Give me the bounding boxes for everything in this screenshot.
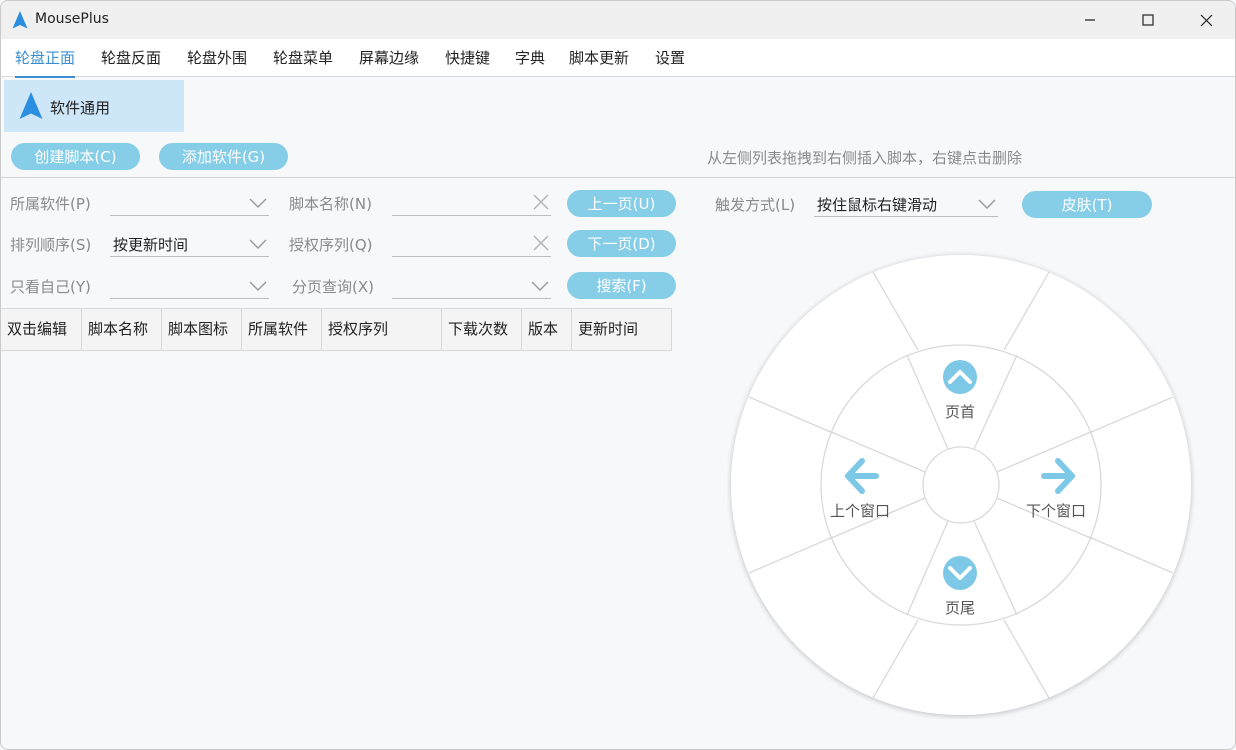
license-label: 授权序列(Q) <box>289 236 373 254</box>
trigger-label: 触发方式(L) <box>715 196 796 214</box>
sort-order-select[interactable]: 按更新时间 <box>110 231 269 257</box>
tab-screen-edge[interactable]: 屏幕边缘 <box>359 39 419 77</box>
wheel-top-label[interactable]: 页首 <box>940 401 980 422</box>
trigger-select[interactable]: 按住鼠标右键滑动 <box>814 191 998 217</box>
column-header[interactable]: 下载次数 <box>442 309 522 350</box>
script-name-input[interactable] <box>392 190 551 216</box>
script-name-label: 脚本名称(N) <box>289 195 372 213</box>
column-header[interactable]: 脚本名称 <box>82 309 162 350</box>
wheel-left-label[interactable]: 上个窗口 <box>825 500 895 521</box>
close-icon <box>1200 14 1212 26</box>
sort-order-value: 按更新时间 <box>113 236 189 254</box>
wheel-right-label[interactable]: 下个窗口 <box>1021 500 1091 521</box>
close-button[interactable] <box>1177 1 1235 39</box>
tab-script-update[interactable]: 脚本更新 <box>569 39 629 77</box>
mine-only-select[interactable] <box>110 273 269 299</box>
wheel-preview: 页首 上个窗口 下个窗口 页尾 <box>727 251 1195 719</box>
clear-icon[interactable] <box>533 194 549 210</box>
chevron-down-icon <box>978 199 996 209</box>
script-table-header: 双击编辑 脚本名称 脚本图标 所属软件 授权序列 下载次数 版本 更新时间 <box>1 308 672 351</box>
column-header[interactable]: 所属软件 <box>242 309 322 350</box>
column-header[interactable]: 更新时间 <box>572 309 672 350</box>
chevron-up-circle-icon <box>943 360 977 394</box>
app-logo-icon <box>19 92 43 119</box>
create-script-button[interactable]: 创建脚本(C) <box>11 143 140 170</box>
software-filter-label: 所属软件(P) <box>10 195 91 213</box>
column-header[interactable]: 授权序列 <box>322 309 442 350</box>
chevron-down-icon <box>531 281 549 291</box>
maximize-icon <box>1142 14 1154 26</box>
title-bar: MousePlus <box>1 1 1235 39</box>
software-item-label: 软件通用 <box>50 99 111 117</box>
trigger-value: 按住鼠标右键滑动 <box>817 196 938 214</box>
tab-shortcuts[interactable]: 快捷键 <box>445 39 490 77</box>
app-logo-icon <box>12 11 28 29</box>
chevron-down-circle-icon <box>943 556 977 590</box>
chevron-down-icon <box>249 239 267 249</box>
minimize-button[interactable] <box>1061 1 1119 39</box>
column-header[interactable]: 脚本图标 <box>162 309 242 350</box>
app-window: MousePlus 轮盘正面 轮盘反面 轮盘外围 轮盘菜单 屏幕边缘 快捷键 字… <box>0 0 1236 750</box>
tab-settings[interactable]: 设置 <box>655 39 685 77</box>
software-list-item[interactable]: 软件通用 <box>4 80 184 132</box>
chevron-down-icon <box>249 198 267 208</box>
next-page-button[interactable]: 下一页(D) <box>567 230 676 257</box>
maximize-button[interactable] <box>1119 1 1177 39</box>
window-title: MousePlus <box>35 11 109 27</box>
column-header[interactable]: 双击编辑 <box>1 309 82 350</box>
sort-order-label: 排列顺序(S) <box>10 236 92 254</box>
tab-wheel-back[interactable]: 轮盘反面 <box>101 39 161 77</box>
skin-button[interactable]: 皮肤(T) <box>1022 191 1152 218</box>
drag-hint-text: 从左侧列表拖拽到右侧插入脚本，右键点击删除 <box>707 149 1023 167</box>
menu-bar: 轮盘正面 轮盘反面 轮盘外围 轮盘菜单 屏幕边缘 快捷键 字典 脚本更新 设置 <box>1 39 1235 78</box>
mine-only-label: 只看自己(Y) <box>10 278 91 296</box>
tab-wheel-outer[interactable]: 轮盘外围 <box>187 39 247 77</box>
tab-dictionary[interactable]: 字典 <box>515 39 545 77</box>
search-button[interactable]: 搜索(F) <box>567 272 676 299</box>
column-header[interactable]: 版本 <box>522 309 572 350</box>
wheel-outer-ring <box>731 255 1191 715</box>
software-filter-select[interactable] <box>110 190 269 216</box>
wheel-bottom-label[interactable]: 页尾 <box>940 597 980 618</box>
minimize-icon <box>1085 19 1095 21</box>
page-query-select[interactable] <box>392 273 551 299</box>
page-query-label: 分页查询(X) <box>292 278 374 296</box>
wheel-graphic <box>731 255 1191 715</box>
chevron-down-icon <box>249 281 267 291</box>
add-software-button[interactable]: 添加软件(G) <box>159 143 288 170</box>
divider <box>1 177 1235 178</box>
prev-page-button[interactable]: 上一页(U) <box>567 190 676 217</box>
tab-wheel-front[interactable]: 轮盘正面 <box>15 39 76 78</box>
clear-icon[interactable] <box>533 235 549 251</box>
license-input[interactable] <box>392 231 551 257</box>
tab-wheel-menu[interactable]: 轮盘菜单 <box>273 39 333 77</box>
